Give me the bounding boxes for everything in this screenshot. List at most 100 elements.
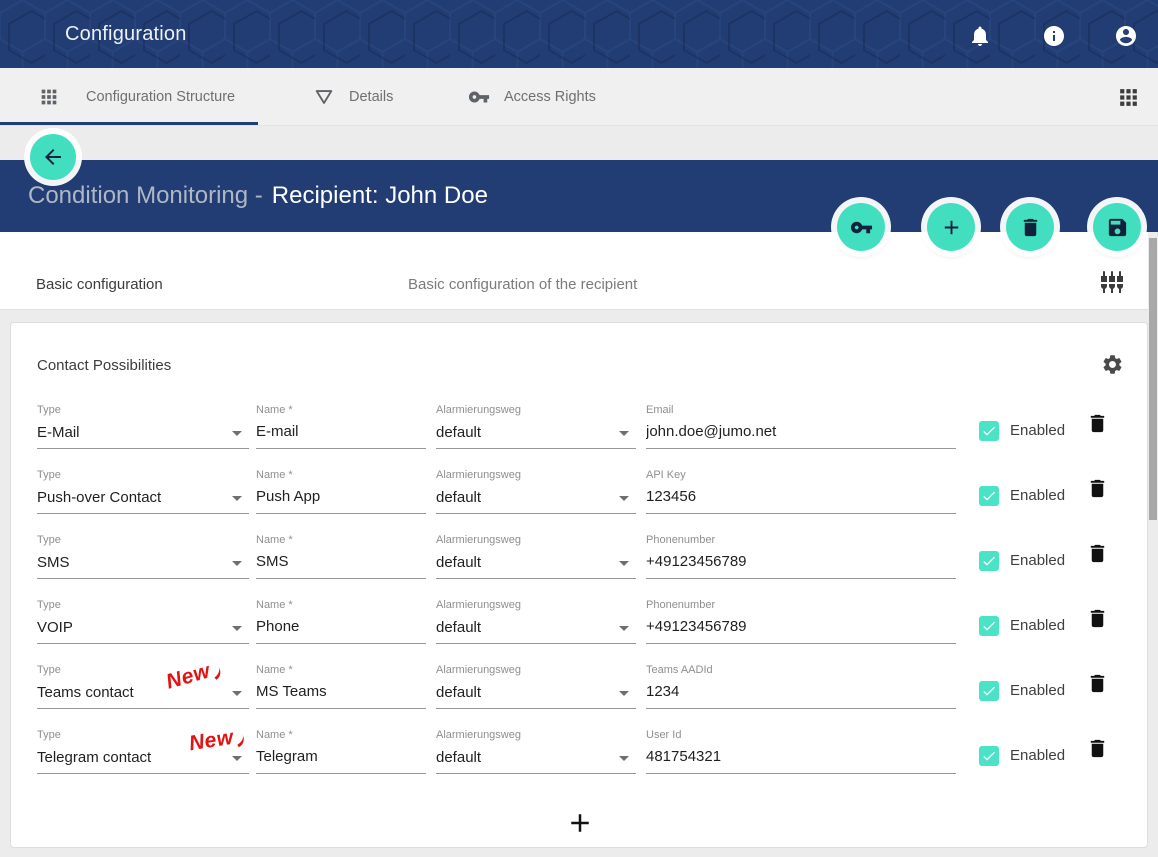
contact-row: Type E-Mail Name * Alarmierungsweg defau… <box>37 399 1123 449</box>
save-button[interactable] <box>1093 203 1141 251</box>
field-label-route: Alarmierungsweg <box>436 599 521 611</box>
tab-access-rights[interactable]: Access Rights <box>468 68 596 126</box>
alarm-route-select[interactable]: Alarmierungsweg default <box>436 659 636 709</box>
chevron-down-icon <box>612 421 636 445</box>
contact-type-select[interactable]: Type E-Mail <box>37 399 249 449</box>
account-icon[interactable] <box>1114 24 1138 48</box>
contact-type-select[interactable]: Type Push-over Contact <box>37 464 249 514</box>
grid-icon <box>38 86 60 108</box>
contact-type-select[interactable]: Type SMS <box>37 529 249 579</box>
app-header: Configuration <box>0 0 1158 68</box>
tab-label: Details <box>349 89 393 105</box>
contact-name-input[interactable] <box>256 553 426 570</box>
banner-title-prefix: Condition Monitoring - <box>28 182 263 209</box>
enabled-checkbox[interactable] <box>979 681 999 701</box>
add-button[interactable] <box>927 203 975 251</box>
field-label-value: Phonenumber <box>646 599 715 611</box>
contact-value-input[interactable] <box>646 553 956 570</box>
sliders-icon[interactable] <box>1100 270 1124 294</box>
gear-icon[interactable] <box>1101 353 1124 376</box>
contact-name-input[interactable] <box>256 488 426 505</box>
section-subtitle: Basic configuration of the recipient <box>408 276 637 293</box>
enabled-checkbox[interactable] <box>979 421 999 441</box>
contact-type-select[interactable]: Type VOIP <box>37 594 249 644</box>
tab-label: Configuration Structure <box>86 89 235 105</box>
bell-icon[interactable] <box>968 24 992 48</box>
contact-type-value: Push-over Contact <box>37 489 161 506</box>
enabled-checkbox[interactable] <box>979 551 999 571</box>
add-contact-button[interactable] <box>565 808 595 838</box>
field-label-name: Name * <box>256 534 293 546</box>
trash-icon <box>1086 737 1109 760</box>
delete-contact-button[interactable] <box>1086 617 1109 634</box>
field-label-value: Phonenumber <box>646 534 715 546</box>
alarm-route-select[interactable]: Alarmierungsweg default <box>436 594 636 644</box>
plus-icon <box>940 216 963 239</box>
tab-label: Access Rights <box>504 89 596 105</box>
alarm-route-select[interactable]: Alarmierungsweg default <box>436 529 636 579</box>
delete-contact-button[interactable] <box>1086 552 1109 569</box>
contact-name-input[interactable] <box>256 683 426 700</box>
contact-value-input[interactable] <box>646 618 956 635</box>
alarm-route-value: default <box>436 684 481 701</box>
enabled-cell: Enabled <box>979 529 1064 579</box>
info-icon[interactable] <box>1042 24 1066 48</box>
contact-row: Type VOIP Name * Alarmierungsweg default… <box>37 594 1123 644</box>
field-label-value: Teams AADId <box>646 664 713 676</box>
tab-details[interactable]: Details <box>313 68 393 126</box>
arrow-left-icon <box>41 145 65 169</box>
grid-menu-icon[interactable] <box>1116 85 1141 110</box>
scrollbar-thumb[interactable] <box>1149 238 1157 520</box>
filter-icon <box>313 86 335 108</box>
contact-type-value: Telegram contact <box>37 749 151 766</box>
page-title: Configuration <box>65 0 187 68</box>
check-icon <box>981 683 997 699</box>
chevron-down-icon <box>225 616 249 640</box>
delete-contact-button[interactable] <box>1086 682 1109 699</box>
chevron-down-icon <box>225 681 249 705</box>
field-label-type: Type <box>37 404 61 416</box>
contact-value-input[interactable] <box>646 488 956 505</box>
delete-button[interactable] <box>1006 203 1054 251</box>
delete-contact-button[interactable] <box>1086 422 1109 439</box>
active-tab-indicator <box>0 122 258 125</box>
enabled-checkbox[interactable] <box>979 486 999 506</box>
enabled-label: Enabled <box>1010 682 1065 699</box>
contact-value-input[interactable] <box>646 748 956 765</box>
field-label-route: Alarmierungsweg <box>436 404 521 416</box>
field-label-value: API Key <box>646 469 686 481</box>
contact-name-input[interactable] <box>256 748 426 765</box>
enabled-cell: Enabled <box>979 659 1064 709</box>
enabled-checkbox[interactable] <box>979 746 999 766</box>
card-title: Contact Possibilities <box>37 357 171 374</box>
contact-name-input[interactable] <box>256 423 426 440</box>
tab-bar: Configuration Structure Details Access R… <box>0 68 1158 126</box>
access-key-button[interactable] <box>837 203 885 251</box>
contact-row: Type Teams contact Name * Alarmierungswe… <box>37 659 1123 709</box>
contact-value-input[interactable] <box>646 423 956 440</box>
alarm-route-select[interactable]: Alarmierungsweg default <box>436 724 636 774</box>
field-label-type: Type <box>37 664 61 676</box>
field-label-type: Type <box>37 599 61 611</box>
enabled-cell: Enabled <box>979 464 1064 514</box>
tab-configuration-structure[interactable]: Configuration Structure <box>38 68 258 126</box>
enabled-checkbox[interactable] <box>979 616 999 636</box>
contact-name-field: Name * <box>256 464 426 514</box>
contact-type-value: E-Mail <box>37 424 80 441</box>
delete-contact-button[interactable] <box>1086 747 1109 764</box>
key-icon <box>468 86 490 108</box>
alarm-route-value: default <box>436 424 481 441</box>
contact-value-field: API Key <box>646 464 956 514</box>
field-label-route: Alarmierungsweg <box>436 729 521 741</box>
trash-cell <box>1086 659 1116 709</box>
scrollbar-track <box>1148 233 1158 857</box>
contact-name-input[interactable] <box>256 618 426 635</box>
field-label-type: Type <box>37 729 61 741</box>
contact-value-input[interactable] <box>646 683 956 700</box>
alarm-route-select[interactable]: Alarmierungsweg default <box>436 399 636 449</box>
back-button[interactable] <box>30 134 76 180</box>
alarm-route-select[interactable]: Alarmierungsweg default <box>436 464 636 514</box>
enabled-label: Enabled <box>1010 552 1065 569</box>
field-label-value: User Id <box>646 729 681 741</box>
delete-contact-button[interactable] <box>1086 487 1109 504</box>
